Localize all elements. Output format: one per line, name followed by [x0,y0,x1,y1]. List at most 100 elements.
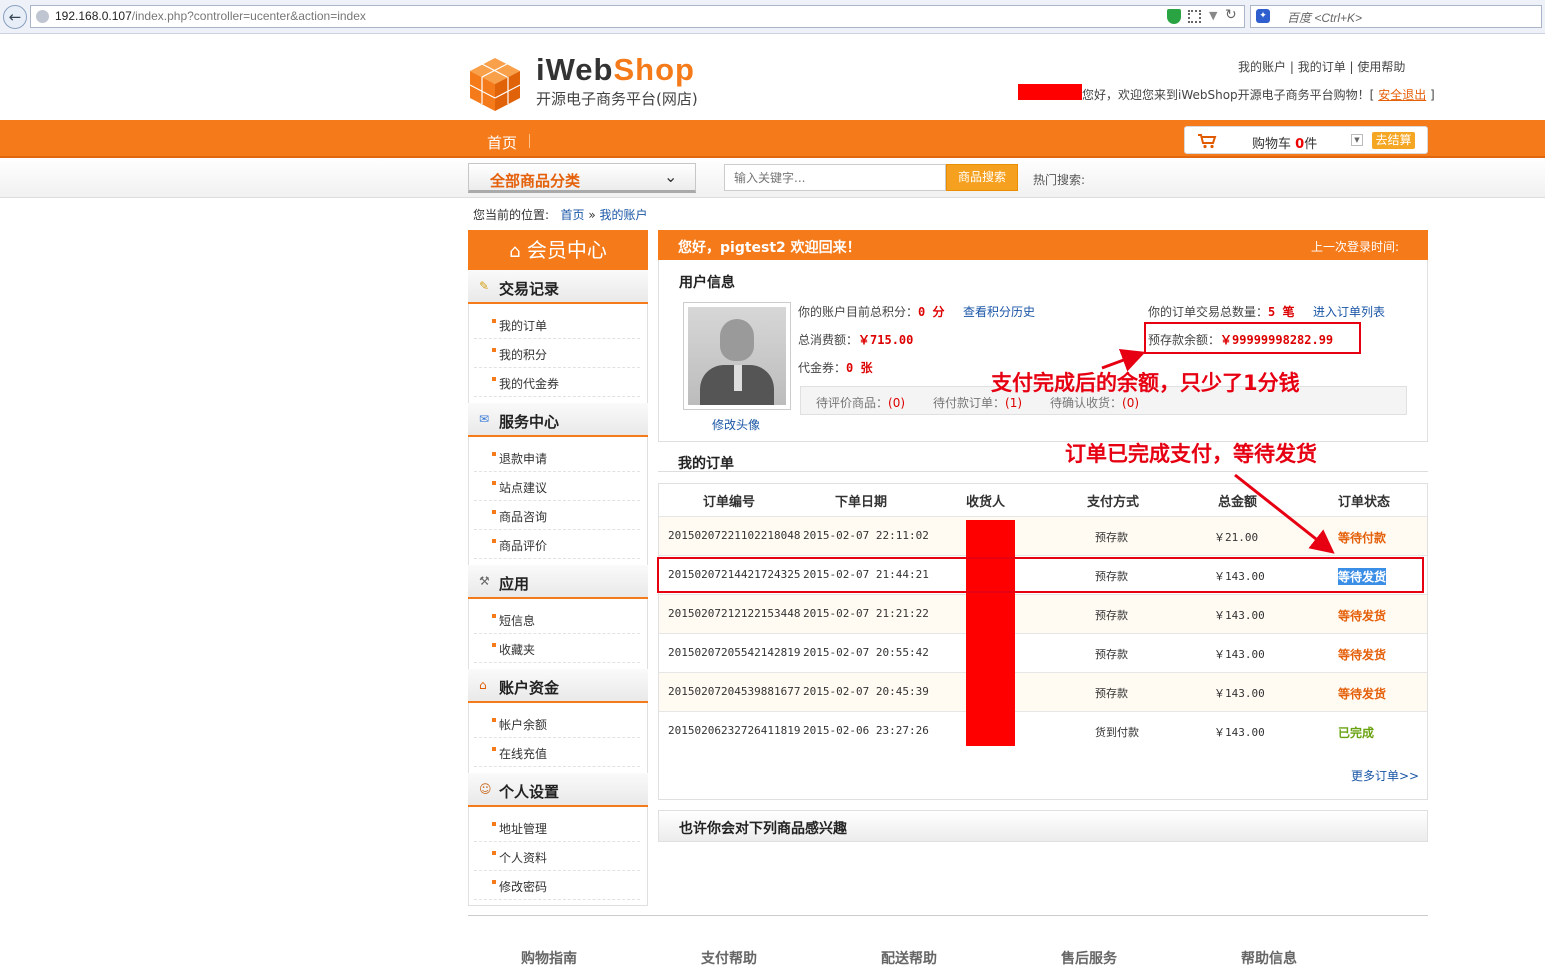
order-date: 2015-02-06 23:27:26 [803,724,929,737]
sidebar-item-my-vouchers[interactable]: 我的代金券 [474,368,640,397]
breadcrumb-home[interactable]: 首页 [561,208,585,222]
sidebar-item-password[interactable]: 修改密码 [474,871,640,900]
annotation-balance-note: 支付完成后的余额，只少了1分钱 [991,371,1300,395]
annotation-box-order [657,557,1424,593]
order-status[interactable]: 等待发货 [1338,646,1386,663]
sidebar-group-service: ✉ 服务中心 [468,403,648,437]
order-payment: 预存款 [1095,648,1128,661]
col-order-id: 订单编号 [703,495,756,510]
table-row[interactable]: 20150207212122153448 2015-02-07 21:21:22 预… [659,594,1427,633]
cart-summary[interactable]: 购物车 0件 [1252,133,1317,152]
browser-toolbar: ← 192.168.0.107/index.php?controller=uce… [0,0,1545,34]
security-shield-icon[interactable] [1167,9,1181,24]
qr-code-icon[interactable] [1188,10,1201,23]
top-link-my-orders[interactable]: 我的订单 [1298,60,1346,74]
pending-review-stat[interactable]: 待评价商品：(0) [816,394,905,411]
footer-link-delivery-help[interactable]: 配送帮助 [881,948,937,968]
order-date: 2015-02-07 21:21:22 [803,607,929,620]
points-history-link[interactable]: 查看积分历史 [963,303,1035,320]
footer-divider [468,915,1428,916]
sidebar-item-profile[interactable]: 个人资料 [474,842,640,871]
breadcrumb-current[interactable]: 我的账户 [600,208,648,222]
shopping-cart-icon[interactable] [1197,133,1217,153]
logout-link[interactable]: 安全退出 [1378,88,1426,102]
change-avatar-link[interactable]: 修改头像 [712,416,760,433]
voucher-info: 代金券：0 张 [798,361,873,375]
points-info: 你的账户目前总积分：0 分 [798,305,945,319]
welcome-text: 您好，欢迎您来到iWebShop开源电子商务平台购物！[ 安全退出 ] [1082,88,1435,102]
sidebar-group-settings: ☺ 个人设置 [468,773,648,807]
user-info-title: 用户信息 [679,275,735,291]
more-orders-link[interactable]: 更多订单>> [1351,767,1419,784]
sidebar-title: ⌂ 会员中心 [468,230,648,270]
search-button[interactable]: 商品搜索 [946,164,1018,191]
cart-widget[interactable]: 购物车 0件 ▼ 去结算 [1184,126,1428,154]
nav-home[interactable]: 首页 [487,132,517,153]
category-select[interactable]: 全部商品分类 ⌄ [468,163,696,193]
last-login-label: 上一次登录时间: [1311,240,1400,254]
sidebar-item-favorites[interactable]: 收藏夹 [474,634,640,663]
order-payment: 预存款 [1095,687,1128,700]
address-bar[interactable]: 192.168.0.107/index.php?controller=ucent… [30,5,1245,28]
order-amount: ￥143.00 [1214,648,1265,661]
table-row[interactable]: 20150207204539881677 2015-02-07 20:45:39 预… [659,672,1427,711]
spent-info: 总消费额：￥715.00 [798,333,914,347]
order-payment: 货到付款 [1095,726,1139,739]
order-count-info: 你的订单交易总数量：5 笔 [1148,305,1295,319]
order-status[interactable]: 等待发货 [1338,607,1386,624]
top-link-my-account[interactable]: 我的账户 [1238,60,1286,74]
sidebar-item-consult[interactable]: 商品咨询 [474,501,640,530]
search-input[interactable] [725,165,945,190]
logo-name[interactable]: iWebShop [536,52,695,88]
order-id: 20150207212122153448 [668,607,801,620]
order-amount: ￥143.00 [1214,726,1265,739]
footer-link-after-sales[interactable]: 售后服务 [1061,948,1117,968]
url-text[interactable]: 192.168.0.107/index.php?controller=ucent… [55,9,366,23]
cart-dropdown-icon[interactable]: ▼ [1351,134,1363,146]
order-amount: ￥143.00 [1214,609,1265,622]
order-id: 20150207204539881677 [668,685,801,698]
sidebar-item-balance[interactable]: 帐户余额 [474,709,640,738]
avatar[interactable] [683,302,791,410]
house-icon: ⌂ [479,678,487,692]
footer-link-help-info[interactable]: 帮助信息 [1241,948,1297,968]
order-date: 2015-02-07 22:11:02 [803,529,929,542]
chevron-down-icon: ⌄ [664,167,678,186]
redacted-receivers [966,520,1015,746]
sidebar-item-address[interactable]: 地址管理 [474,813,640,842]
sidebar-item-recharge[interactable]: 在线充值 [474,738,640,767]
sidebar-item-suggestion[interactable]: 站点建议 [474,472,640,501]
logo-cube-icon[interactable] [468,56,522,112]
site-info-icon[interactable] [36,10,49,23]
top-link-help[interactable]: 使用帮助 [1357,60,1405,74]
sidebar-item-messages[interactable]: 短信息 [474,605,640,634]
top-links: 我的账户 | 我的订单 | 使用帮助 [1238,60,1406,74]
reload-icon[interactable]: ↻ [1225,7,1237,23]
browser-search-placeholder: 百度 <Ctrl+K> [1287,11,1363,25]
order-list-link[interactable]: 进入订单列表 [1313,303,1385,320]
order-id: 20150207205542142819 [668,646,801,659]
footer-link-shopping-guide[interactable]: 购物指南 [521,948,577,968]
col-order-date: 下单日期 [835,495,888,510]
table-row[interactable]: 20150206232726411819 2015-02-06 23:27:26 货… [659,711,1427,750]
sidebar-item-my-orders[interactable]: 我的订单 [474,310,640,339]
order-status[interactable]: 已完成 [1338,724,1374,741]
baidu-paw-icon[interactable]: ✦ [1256,9,1270,23]
home-icon: ⌂ [509,241,521,262]
sidebar-group-trade: ✎ 交易记录 [468,270,648,304]
browser-search-box[interactable]: ✦ 百度 <Ctrl+K> [1250,5,1542,28]
keyword-box[interactable] [724,164,946,191]
sidebar-item-refund[interactable]: 退款申请 [474,443,640,472]
order-date: 2015-02-07 20:45:39 [803,685,929,698]
order-id: 20150207221102218048 [668,529,801,542]
table-row[interactable]: 20150207205542142819 2015-02-07 20:55:42 预… [659,633,1427,672]
order-status[interactable]: 等待发货 [1338,685,1386,702]
footer-link-payment-help[interactable]: 支付帮助 [701,948,757,968]
back-arrow-icon[interactable]: ← [3,5,27,29]
tools-icon: ⚒ [479,574,490,588]
dropdown-arrow-icon[interactable]: ▼ [1209,9,1217,22]
annotation-order-note: 订单已完成支付，等待发货 [1065,442,1317,466]
checkout-button[interactable]: 去结算 [1372,132,1415,149]
sidebar-item-review[interactable]: 商品评价 [474,530,640,559]
sidebar-item-my-points[interactable]: 我的积分 [474,339,640,368]
